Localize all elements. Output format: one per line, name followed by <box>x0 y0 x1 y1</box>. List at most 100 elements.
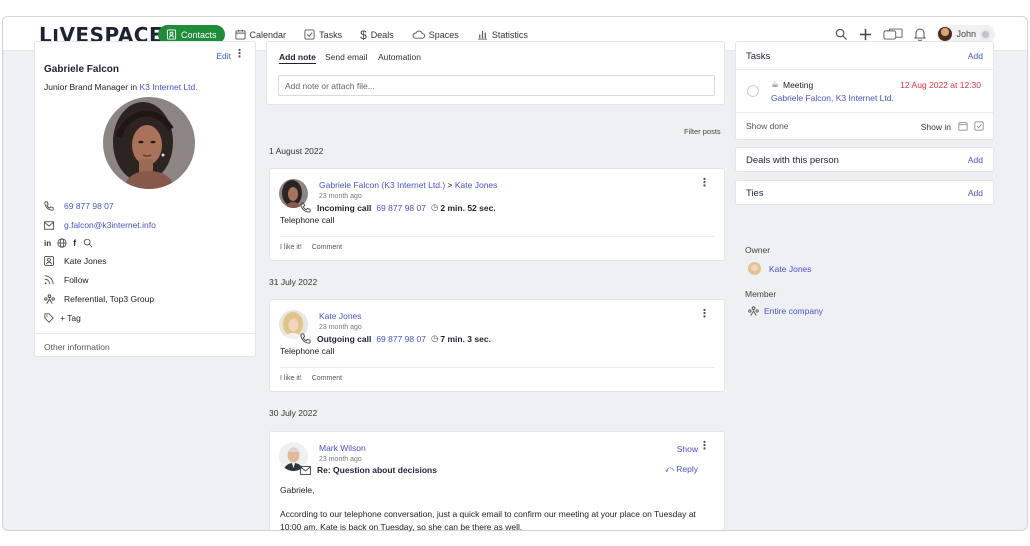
add-deal-button[interactable]: Add <box>968 155 983 165</box>
bell-icon[interactable] <box>914 27 927 41</box>
post-more-icon[interactable]: ⋮ <box>699 309 710 320</box>
ties-title: Ties <box>746 188 764 199</box>
call-duration: 7 min. 3 sec. <box>440 333 491 344</box>
task-type: Meeting <box>783 80 814 90</box>
phone-link[interactable]: 69 877 98 07 <box>64 201 114 211</box>
ties-panel: Ties Add <box>735 180 994 205</box>
tasks-title: Tasks <box>746 51 771 62</box>
email-icon <box>300 465 311 475</box>
linkedin-icon[interactable]: in <box>44 239 51 248</box>
reply-button[interactable]: ⤺ Reply <box>665 464 698 475</box>
show-button[interactable]: Show <box>677 444 698 454</box>
owner-row: Kate Jones <box>44 256 107 266</box>
phone-row: 69 877 98 07 <box>44 201 114 211</box>
person-icon <box>44 256 56 266</box>
add-tie-button[interactable]: Add <box>968 188 983 198</box>
company-link[interactable]: K3 Internet Ltd. <box>139 82 197 92</box>
tab-add-note[interactable]: Add note <box>279 52 316 64</box>
nav-label: Tasks <box>319 29 343 40</box>
edit-button[interactable]: Edit <box>216 51 231 61</box>
gear-icon[interactable] <box>980 28 991 40</box>
nav-label: Calendar <box>249 29 287 40</box>
time-ago: 23 month ago <box>319 456 362 463</box>
note-input[interactable]: Add note or attach file... <box>278 75 715 96</box>
owner-name: Kate Jones <box>64 256 107 266</box>
email-greeting: Gabriele, <box>280 485 315 495</box>
email-body: According to our telephone conversation,… <box>280 509 696 532</box>
author-link[interactable]: Gabriele Falcon (K3 Internet Ltd.) <box>319 180 445 190</box>
call-phone[interactable]: 69 877 98 07 <box>376 203 426 213</box>
globe-icon[interactable] <box>57 238 67 248</box>
avatar <box>748 262 761 275</box>
phone-icon <box>300 202 311 213</box>
chat-icon[interactable] <box>883 28 904 41</box>
call-info: Incoming call 69 877 98 07 ◷ 2 min. 52 s… <box>300 202 501 213</box>
time-ago: 23 month ago <box>319 193 362 200</box>
member-link[interactable]: Entire company <box>764 306 823 316</box>
phone-icon <box>44 201 56 211</box>
user-avatar <box>938 27 953 41</box>
author-link[interactable]: Mark Wilson <box>319 443 366 453</box>
owner-link[interactable]: Kate Jones <box>769 264 812 274</box>
calendar-icon <box>234 29 246 40</box>
follow-row[interactable]: Follow <box>44 275 89 285</box>
like-button[interactable]: I like it! <box>280 375 302 382</box>
add-icon[interactable] <box>859 28 872 41</box>
time-ago: 23 month ago <box>319 324 362 331</box>
post-body: Telephone call <box>280 215 335 225</box>
like-button[interactable]: I like it! <box>280 244 302 251</box>
groups-text: Referential, Top3 Group <box>64 294 155 304</box>
tab-send-email[interactable]: Send email <box>325 52 368 62</box>
cloud-icon <box>412 30 425 39</box>
clock-icon: ◷ <box>430 202 439 212</box>
tag-row[interactable]: + Tag <box>44 313 81 323</box>
member-entry: Entire company <box>748 306 823 316</box>
search-icon[interactable] <box>835 28 848 41</box>
owner-entry: Kate Jones <box>748 262 812 275</box>
tab-automation[interactable]: Automation <box>378 52 421 62</box>
reply-icon: ⤺ <box>664 464 674 474</box>
calendar-view-icon[interactable] <box>958 121 968 131</box>
social-row: in f <box>44 238 93 248</box>
user-name: John <box>956 29 976 39</box>
email-link[interactable]: g.falcon@k3internet.info <box>64 220 156 230</box>
post-more-icon[interactable]: ⋮ <box>699 178 710 189</box>
task-with-link[interactable]: Gabriele Falcon, K3 Internet Ltd. <box>771 93 894 103</box>
rss-icon <box>44 275 56 285</box>
group-icon <box>44 294 56 304</box>
task-due: 12 Aug 2022 at 12:30 <box>900 80 981 90</box>
clock-icon: ◷ <box>430 333 439 343</box>
contact-role: Junior Brand Manager in K3 Internet Ltd. <box>44 82 198 92</box>
arrow-separator: > <box>447 180 453 190</box>
author-link[interactable]: Kate Jones <box>319 311 362 321</box>
show-done-button[interactable]: Show done <box>746 121 789 131</box>
email-info: Re: Question about decisions <box>300 465 442 475</box>
facebook-icon[interactable]: f <box>73 238 76 248</box>
call-type: Incoming call <box>317 202 372 213</box>
comment-button[interactable]: Comment <box>312 244 342 251</box>
nav-label: Spaces <box>428 29 459 40</box>
add-tag-button[interactable]: + Tag <box>60 313 81 323</box>
meeting-icon: ☕ <box>771 79 780 89</box>
search-icon[interactable] <box>83 238 93 248</box>
feed-post: Kate Jones 23 month ago Outgoing call 69… <box>269 299 725 392</box>
date-header: 31 July 2022 <box>269 277 318 287</box>
other-information[interactable]: Other information <box>35 333 255 360</box>
call-phone[interactable]: 69 877 98 07 <box>376 334 426 344</box>
tasks-view-icon[interactable] <box>974 121 984 131</box>
filter-posts-button[interactable]: Filter posts <box>684 127 721 136</box>
task-checkbox[interactable] <box>747 85 759 97</box>
dollar-icon: $ <box>360 27 367 42</box>
contact-more-icon[interactable]: ⋮ <box>234 49 245 60</box>
tag-icon <box>44 313 56 323</box>
member-label: Member <box>745 289 777 299</box>
recipient-link[interactable]: Kate Jones <box>455 180 498 190</box>
reply-label: Reply <box>676 464 698 474</box>
phone-icon <box>300 333 311 344</box>
add-task-button[interactable]: Add <box>968 51 983 61</box>
tasks-panel: Tasks Add ☕ Meeting Gabriele Falcon, K3 … <box>735 41 994 140</box>
comment-button[interactable]: Comment <box>312 375 342 382</box>
contact-name: Gabriele Falcon <box>44 64 120 75</box>
owner-label: Owner <box>745 245 771 255</box>
post-more-icon[interactable]: ⋮ <box>699 441 710 452</box>
